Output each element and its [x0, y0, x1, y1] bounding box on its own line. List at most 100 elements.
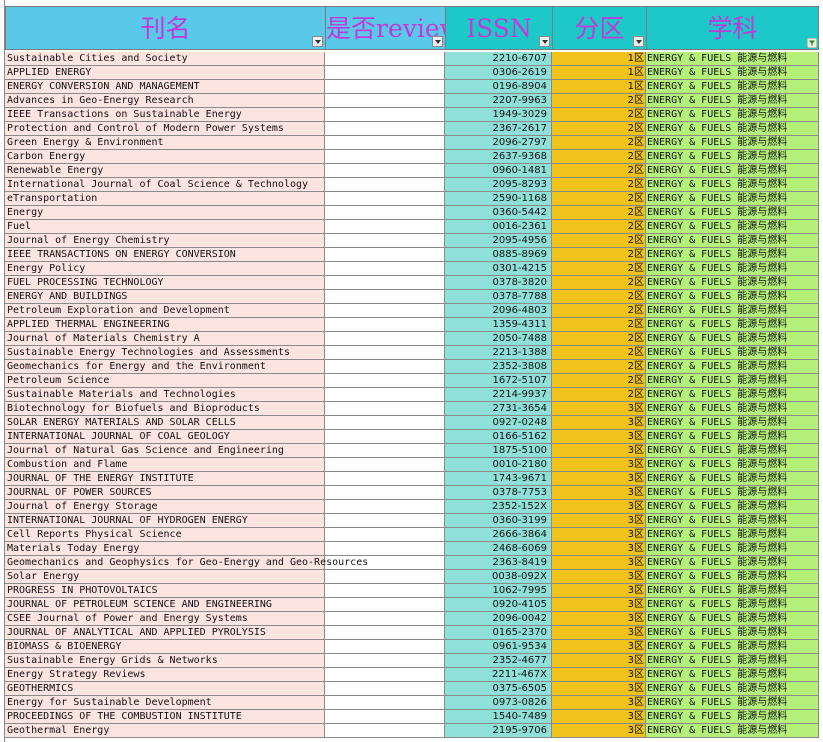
cell-issn[interactable]: 2095-4956 [445, 234, 552, 248]
cell-zone[interactable]: 2区 [552, 388, 646, 402]
cell-review[interactable] [325, 640, 445, 654]
cell-review[interactable] [325, 458, 445, 472]
cell-subject[interactable]: ENERGY & FUELS 能源与燃料 [646, 66, 819, 80]
cell-journal-name[interactable]: JOURNAL OF ANALYTICAL AND APPLIED PYROLY… [5, 626, 325, 640]
cell-zone[interactable]: 2区 [552, 290, 646, 304]
cell-zone[interactable]: 2区 [552, 136, 646, 150]
cell-subject[interactable]: ENERGY & FUELS 能源与燃料 [646, 164, 819, 178]
cell-subject[interactable]: ENERGY & FUELS 能源与燃料 [646, 234, 819, 248]
cell-zone[interactable]: 2区 [552, 164, 646, 178]
cell-journal-name[interactable]: Materials Today Energy [5, 542, 325, 556]
cell-issn[interactable]: 2666-3864 [445, 528, 552, 542]
cell-journal-name[interactable]: Cell Reports Physical Science [5, 528, 325, 542]
cell-issn[interactable]: 1672-5107 [445, 374, 552, 388]
cell-journal-name[interactable]: Renewable Energy [5, 164, 325, 178]
cell-zone[interactable]: 3区 [552, 542, 646, 556]
cell-zone[interactable]: 3区 [552, 458, 646, 472]
cell-subject[interactable]: ENERGY & FUELS 能源与燃料 [646, 458, 819, 472]
cell-journal-name[interactable]: INTERNATIONAL JOURNAL OF HYDROGEN ENERGY [5, 514, 325, 528]
cell-review[interactable] [325, 332, 445, 346]
cell-review[interactable] [325, 430, 445, 444]
cell-review[interactable] [325, 486, 445, 500]
cell-subject[interactable]: ENERGY & FUELS 能源与燃料 [646, 248, 819, 262]
cell-journal-name[interactable]: Sustainable Materials and Technologies [5, 388, 325, 402]
cell-journal-name[interactable]: Biotechnology for Biofuels and Bioproduc… [5, 402, 325, 416]
cell-journal-name[interactable]: Petroleum Science [5, 374, 325, 388]
cell-issn[interactable]: 2637-9368 [445, 150, 552, 164]
cell-subject[interactable]: ENERGY & FUELS 能源与燃料 [646, 276, 819, 290]
cell-review[interactable] [325, 346, 445, 360]
cell-issn[interactable]: 0378-7753 [445, 486, 552, 500]
cell-review[interactable] [325, 108, 445, 122]
cell-zone[interactable]: 2区 [552, 94, 646, 108]
cell-journal-name[interactable]: ENERGY CONVERSION AND MANAGEMENT [5, 80, 325, 94]
cell-journal-name[interactable]: Geomechanics for Energy and the Environm… [5, 360, 325, 374]
cell-issn[interactable]: 2211-467X [445, 668, 552, 682]
cell-subject[interactable]: ENERGY & FUELS 能源与燃料 [646, 388, 819, 402]
header-subject[interactable]: 学科 [646, 6, 819, 50]
cell-issn[interactable]: 2210-6707 [445, 52, 552, 66]
cell-issn[interactable]: 2214-9937 [445, 388, 552, 402]
cell-issn[interactable]: 0360-3199 [445, 514, 552, 528]
filter-dropdown-review[interactable] [432, 36, 443, 47]
cell-journal-name[interactable]: Geomechanics and Geophysics for Geo-Ener… [5, 556, 368, 570]
cell-issn[interactable]: 0920-4105 [445, 598, 552, 612]
cell-subject[interactable]: ENERGY & FUELS 能源与燃料 [646, 220, 819, 234]
cell-issn[interactable]: 1359-4311 [445, 318, 552, 332]
cell-subject[interactable]: ENERGY & FUELS 能源与燃料 [646, 262, 819, 276]
cell-subject[interactable]: ENERGY & FUELS 能源与燃料 [646, 696, 819, 710]
cell-zone[interactable]: 2区 [552, 332, 646, 346]
cell-journal-name[interactable]: Green Energy & Environment [5, 136, 325, 150]
cell-zone[interactable]: 3区 [552, 570, 646, 584]
cell-issn[interactable]: 1062-7995 [445, 584, 552, 598]
cell-issn[interactable]: 2096-2797 [445, 136, 552, 150]
cell-issn[interactable]: 0166-5162 [445, 430, 552, 444]
cell-journal-name[interactable]: Energy for Sustainable Development [5, 696, 325, 710]
cell-review[interactable] [325, 402, 445, 416]
cell-issn[interactable]: 0010-2180 [445, 458, 552, 472]
cell-review[interactable] [325, 612, 445, 626]
cell-issn[interactable]: 0885-8969 [445, 248, 552, 262]
cell-issn[interactable]: 0016-2361 [445, 220, 552, 234]
cell-subject[interactable]: ENERGY & FUELS 能源与燃料 [646, 346, 819, 360]
header-issn[interactable]: ISSN [445, 6, 552, 50]
cell-zone[interactable]: 2区 [552, 206, 646, 220]
cell-subject[interactable]: ENERGY & FUELS 能源与燃料 [646, 514, 819, 528]
cell-journal-name[interactable]: IEEE TRANSACTIONS ON ENERGY CONVERSION [5, 248, 325, 262]
cell-subject[interactable]: ENERGY & FUELS 能源与燃料 [646, 108, 819, 122]
cell-review[interactable] [325, 66, 445, 80]
cell-journal-name[interactable]: FUEL PROCESSING TECHNOLOGY [5, 276, 325, 290]
cell-zone[interactable]: 3区 [552, 472, 646, 486]
cell-subject[interactable]: ENERGY & FUELS 能源与燃料 [646, 640, 819, 654]
cell-issn[interactable]: 2096-0042 [445, 612, 552, 626]
cell-zone[interactable]: 3区 [552, 402, 646, 416]
cell-subject[interactable]: ENERGY & FUELS 能源与燃料 [646, 178, 819, 192]
cell-zone[interactable]: 3区 [552, 654, 646, 668]
cell-issn[interactable]: 0306-2619 [445, 66, 552, 80]
cell-journal-name[interactable]: Fuel [5, 220, 325, 234]
cell-subject[interactable]: ENERGY & FUELS 能源与燃料 [646, 626, 819, 640]
cell-review[interactable] [325, 192, 445, 206]
cell-review[interactable] [325, 234, 445, 248]
cell-issn[interactable]: 2096-4803 [445, 304, 552, 318]
cell-issn[interactable]: 0927-0248 [445, 416, 552, 430]
cell-issn[interactable]: 0961-9534 [445, 640, 552, 654]
cell-subject[interactable]: ENERGY & FUELS 能源与燃料 [646, 304, 819, 318]
cell-subject[interactable]: ENERGY & FUELS 能源与燃料 [646, 52, 819, 66]
cell-issn[interactable]: 2095-8293 [445, 178, 552, 192]
cell-review[interactable] [325, 360, 445, 374]
cell-review[interactable] [325, 570, 445, 584]
cell-issn[interactable]: 0038-092X [445, 570, 552, 584]
cell-subject[interactable]: ENERGY & FUELS 能源与燃料 [646, 136, 819, 150]
cell-review[interactable] [325, 374, 445, 388]
header-name[interactable]: 刊名 [5, 6, 325, 50]
cell-journal-name[interactable]: BIOMASS & BIOENERGY [5, 640, 325, 654]
cell-journal-name[interactable]: ENERGY AND BUILDINGS [5, 290, 325, 304]
cell-subject[interactable]: ENERGY & FUELS 能源与燃料 [646, 374, 819, 388]
cell-subject[interactable]: ENERGY & FUELS 能源与燃料 [646, 570, 819, 584]
cell-journal-name[interactable]: Carbon Energy [5, 150, 325, 164]
cell-journal-name[interactable]: Combustion and Flame [5, 458, 325, 472]
cell-review[interactable] [325, 696, 445, 710]
cell-subject[interactable]: ENERGY & FUELS 能源与燃料 [646, 472, 819, 486]
cell-subject[interactable]: ENERGY & FUELS 能源与燃料 [646, 486, 819, 500]
